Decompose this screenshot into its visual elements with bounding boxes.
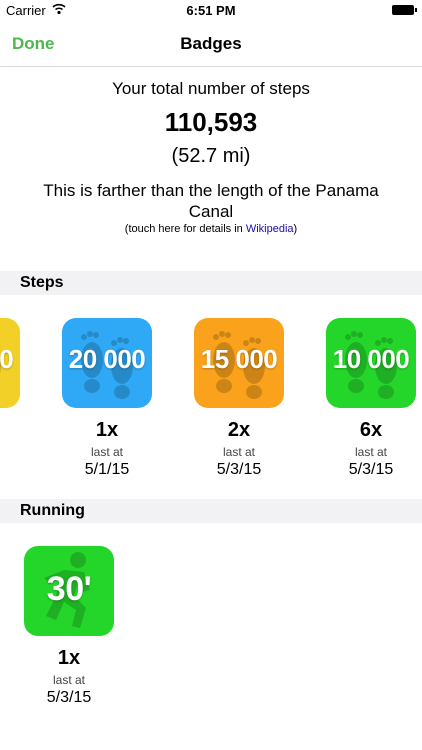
details-prefix: (touch here for details in	[124, 223, 246, 235]
badge-count: 1x	[95, 419, 119, 441]
badge-date: 5/1/15	[84, 461, 130, 478]
badge-count: 1x	[57, 647, 81, 669]
badge-value: 30'	[46, 570, 92, 608]
badge-tile: 30'	[24, 546, 114, 636]
battery-icon	[392, 5, 417, 15]
running-badge-row[interactable]: 30' 1x last at 5/3/15	[0, 546, 422, 746]
status-bar: Carrier 6:51 PM	[0, 0, 422, 22]
badge-tile: 10 000	[326, 318, 416, 408]
badge-last-at-label: last at	[222, 445, 255, 459]
section-header-running: Running	[0, 499, 422, 523]
badge-count: 2x	[227, 419, 251, 441]
badge-steps-10000[interactable]: 10 000 6x last at 5/3/15	[325, 318, 417, 479]
badge-steps-15000[interactable]: 15 000 2x last at 5/3/15	[193, 318, 285, 479]
badge-last-at-label: last at	[52, 673, 85, 687]
badge-steps-25000[interactable]: 25 000	[0, 318, 21, 418]
badge-last-at-label: last at	[90, 445, 123, 459]
badge-value: 25 000	[0, 344, 14, 374]
details-hint[interactable]: (touch here for details in Wikipedia)	[0, 223, 422, 235]
badge-date: 5/3/15	[216, 461, 262, 478]
section-title-steps: Steps	[20, 274, 64, 291]
wikipedia-link[interactable]: Wikipedia	[246, 223, 294, 235]
badge-tile: 20 000	[62, 318, 152, 408]
badge-last-at-label: last at	[354, 445, 387, 459]
section-title-running: Running	[20, 502, 85, 519]
badge-date: 5/3/15	[46, 689, 92, 706]
details-suffix: )	[293, 223, 298, 235]
summary-label: Your total number of steps	[112, 79, 310, 98]
badge-value: 10 000	[332, 344, 410, 374]
section-header-steps: Steps	[0, 271, 422, 295]
page-title: Badges	[180, 34, 242, 53]
steps-summary: Your total number of steps 110,593 (52.7…	[0, 78, 422, 235]
clock: 6:51 PM	[186, 3, 236, 18]
badge-value: 15 000	[200, 344, 278, 374]
badge-count: 6x	[359, 419, 383, 441]
distance-comparison[interactable]: This is farther than the length of the P…	[0, 180, 422, 222]
badge-value: 20 000	[68, 344, 146, 374]
badge-steps-20000[interactable]: 20 000 1x last at 5/1/15	[61, 318, 153, 479]
total-steps: 110,593	[164, 107, 258, 137]
badge-running-30[interactable]: 30' 1x last at 5/3/15	[23, 546, 115, 707]
steps-badge-row[interactable]: 25 000 20 000 1x last at 5/1/15 15 000 2…	[0, 318, 422, 518]
total-distance: (52.7 mi)	[171, 145, 251, 167]
badge-tile: 25 000	[0, 318, 20, 408]
navigation-bar: Done Badges	[0, 22, 422, 67]
badge-date: 5/3/15	[348, 461, 394, 478]
badge-tile: 15 000	[194, 318, 284, 408]
